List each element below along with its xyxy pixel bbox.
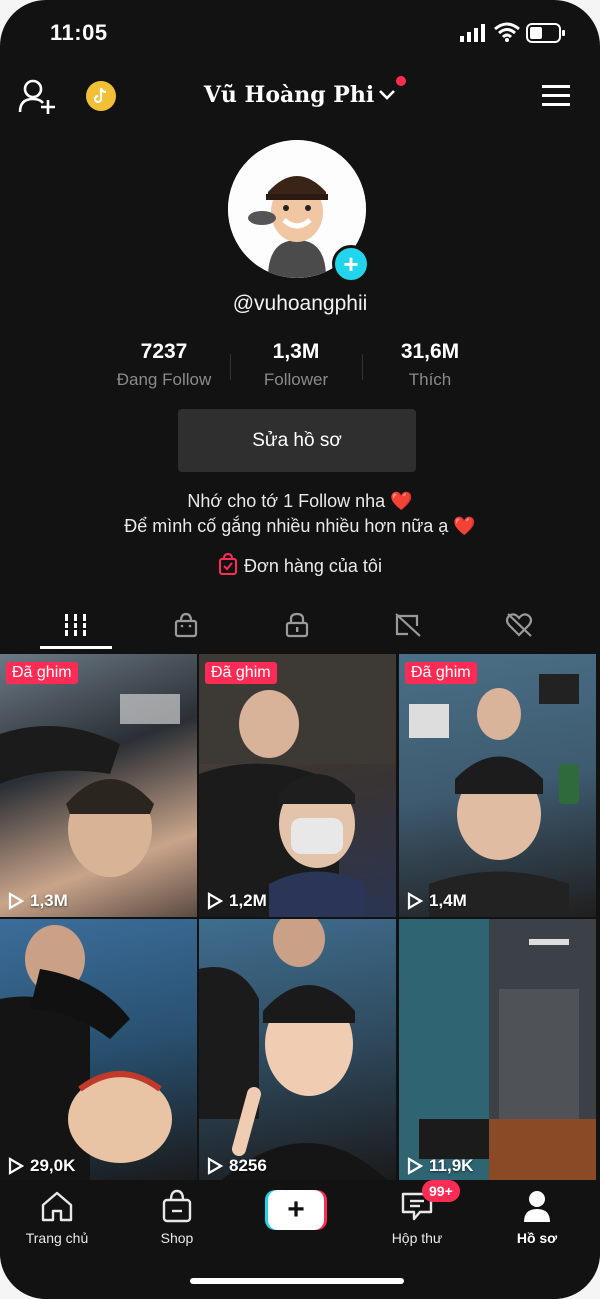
shop-bag-icon — [174, 612, 198, 638]
profile-tabs — [0, 600, 600, 652]
my-orders-link[interactable]: Đơn hàng của tôi — [0, 553, 600, 577]
view-count-value: 29,0K — [30, 1156, 76, 1175]
battery-icon — [526, 23, 565, 43]
pinned-badge: Đã ghim — [6, 662, 78, 684]
pinned-badge: Đã ghim — [205, 662, 277, 684]
bio-line-2: Để mình cố gắng nhiều nhiều hơn nữa ạ ❤️ — [0, 516, 600, 537]
stat-value: 1,3M — [272, 340, 320, 363]
video-grid: Đã ghim 1,3M Đã ghim 1,2M Đã ghim 1,4M 2… — [0, 654, 600, 1182]
view-count-value: 1,3M — [30, 891, 68, 910]
phone-screen: 11:05 Vũ Hoàng Phi + @vuhoangphii 7237 Đ… — [0, 0, 600, 1299]
play-icon — [407, 892, 423, 910]
view-count: 1,3M — [8, 891, 68, 911]
tab-liked[interactable] — [499, 608, 539, 642]
home-indicator — [190, 1278, 404, 1284]
my-orders-label: Đơn hàng của tôi — [244, 556, 382, 576]
video-thumbnail[interactable]: 8256 — [199, 919, 396, 1182]
video-thumbnail[interactable]: Đã ghim 1,2M — [199, 654, 396, 917]
edit-profile-button[interactable]: Sửa hồ sơ — [178, 409, 416, 472]
heart-emoji: ❤️ — [390, 491, 413, 511]
plus-icon: + — [268, 1190, 324, 1230]
stat-value: 31,6M — [400, 340, 460, 363]
play-icon — [407, 1157, 423, 1175]
status-bar: 11:05 — [0, 0, 600, 64]
pinned-badge: Đã ghim — [405, 662, 477, 684]
stat-label: Đang Follow — [116, 370, 212, 389]
notification-dot — [396, 76, 407, 86]
profile-handle: @vuhoangphii — [232, 292, 368, 315]
add-avatar-button[interactable]: + — [332, 245, 370, 283]
shop-bag-icon — [162, 1189, 192, 1223]
status-time: 11:05 — [50, 20, 108, 45]
video-thumbnail[interactable]: Đã ghim 1,4M — [399, 654, 596, 917]
play-icon — [8, 1157, 24, 1175]
nav-home[interactable]: Trang chủ — [2, 1186, 112, 1246]
nav-home-label: Trang chủ — [25, 1230, 89, 1246]
tab-tagged[interactable] — [388, 608, 428, 642]
stat-followers[interactable]: 1,3M Follower — [226, 340, 366, 390]
lock-icon — [285, 612, 309, 638]
shopping-bag-icon — [219, 553, 238, 575]
nav-profile-label: Hồ sơ — [516, 1230, 558, 1246]
stat-following[interactable]: 7237 Đang Follow — [94, 340, 234, 390]
stat-label: Follower — [263, 370, 329, 389]
heart-emoji: ❤️ — [453, 516, 476, 536]
chevron-down-icon — [379, 90, 396, 100]
nav-profile[interactable]: Hồ sơ — [482, 1186, 592, 1246]
profile-icon — [524, 1191, 550, 1222]
view-count: 8256 — [207, 1156, 267, 1176]
view-count: 1,2M — [207, 891, 267, 911]
tab-private[interactable] — [277, 608, 317, 642]
grid-icon — [64, 614, 88, 636]
video-thumbnail[interactable]: 11,9K — [399, 919, 596, 1182]
stat-label: Thích — [408, 370, 452, 389]
home-icon — [41, 1191, 73, 1222]
cellular-signal-icon — [460, 24, 485, 42]
bio-text: Nhớ cho tớ 1 Follow nha — [187, 491, 386, 511]
view-count: 11,9K — [407, 1156, 473, 1176]
view-count: 1,4M — [407, 891, 467, 911]
video-thumbnail[interactable]: 29,0K — [0, 919, 197, 1182]
liked-heart-icon — [505, 613, 533, 637]
video-thumbnail[interactable]: Đã ghim 1,3M — [0, 654, 197, 917]
view-count-value: 1,4M — [429, 891, 467, 910]
view-count-value: 11,9K — [429, 1156, 474, 1175]
tab-shop[interactable] — [166, 608, 206, 642]
bio-line-1: Nhớ cho tớ 1 Follow nha ❤️ — [0, 491, 600, 512]
view-count-value: 8256 — [229, 1156, 267, 1175]
tab-videos[interactable] — [56, 608, 96, 642]
profile-stats: 7237 Đang Follow 1,3M Follower 31,6M Thí… — [0, 340, 600, 396]
bio-text: Để mình cố gắng nhiều nhiều hơn nữa ạ — [124, 516, 449, 536]
nav-shop-label: Shop — [160, 1230, 194, 1246]
stat-value: 7237 — [140, 340, 188, 363]
nav-inbox-label: Hộp thư — [391, 1230, 443, 1246]
create-video-button[interactable]: + — [265, 1190, 327, 1230]
view-count: 29,0K — [8, 1156, 75, 1176]
active-tab-indicator — [40, 646, 112, 649]
account-switcher[interactable]: Vũ Hoàng Phi — [0, 76, 600, 108]
inbox-badge: 99+ — [422, 1180, 460, 1202]
tagged-icon — [395, 613, 421, 637]
play-icon — [207, 892, 223, 910]
stat-likes[interactable]: 31,6M Thích — [360, 340, 500, 390]
account-name: Vũ Hoàng Phi — [203, 82, 375, 108]
hamburger-menu-icon[interactable] — [542, 84, 570, 108]
wifi-icon — [494, 22, 520, 42]
view-count-value: 1,2M — [229, 891, 267, 910]
play-icon — [207, 1157, 223, 1175]
play-icon — [8, 892, 24, 910]
nav-shop[interactable]: Shop — [122, 1186, 232, 1246]
